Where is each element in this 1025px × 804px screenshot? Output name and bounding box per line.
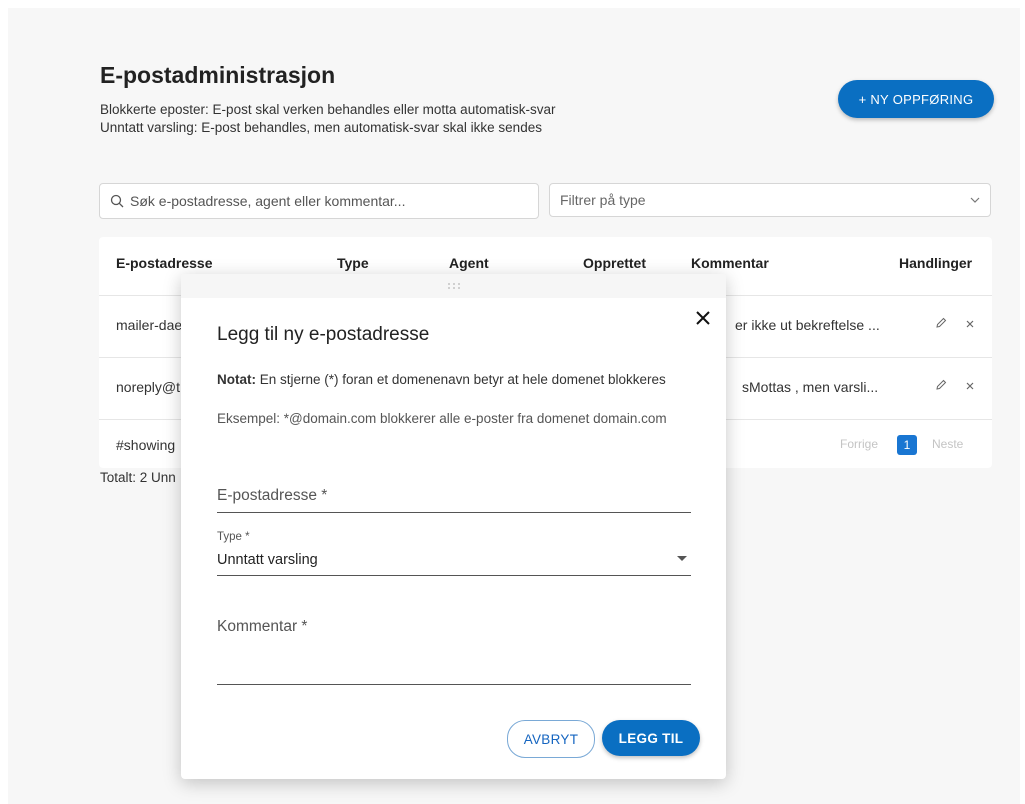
type-filter-select[interactable]: Filtrer på type	[549, 183, 991, 217]
email-field[interactable]: E-postadresse *	[217, 487, 691, 513]
note-label: Notat:	[217, 372, 256, 387]
chevron-down-icon	[970, 197, 980, 203]
page-title: E-postadministrasjon	[100, 62, 336, 88]
type-select[interactable]: Unntatt varsling	[217, 551, 691, 576]
search-input[interactable]: Søk e-postadresse, agent eller kommentar…	[99, 183, 539, 219]
search-placeholder: Søk e-postadresse, agent eller kommentar…	[130, 193, 406, 209]
comment-field-label: Kommentar *	[217, 618, 308, 635]
drag-handle[interactable]	[181, 274, 726, 298]
dialog-example: Eksempel: *@domain.com blokkerer alle e-…	[217, 411, 667, 426]
pencil-icon[interactable]	[935, 316, 947, 332]
new-entry-button[interactable]: + NY OPPFØRING	[838, 80, 994, 118]
close-icon[interactable]	[965, 316, 975, 332]
type-select-value: Unntatt varsling	[217, 552, 318, 568]
add-email-dialog: Legg til ny e-postadresse Notat: En stje…	[181, 274, 726, 779]
cancel-button[interactable]: AVBRYT	[507, 720, 595, 758]
caret-down-icon	[677, 556, 687, 561]
dialog-title: Legg til ny e-postadresse	[217, 324, 430, 345]
col-header-actions: Handlinger	[899, 255, 973, 271]
description-line-1: Blokkerte eposter: E-post skal verken be…	[100, 102, 556, 117]
col-header-type[interactable]: Type	[337, 255, 369, 271]
pencil-icon[interactable]	[935, 378, 947, 394]
pager-prev[interactable]: Forrige	[840, 437, 878, 451]
type-field-label: Type *	[217, 531, 250, 543]
page-description: Blokkerte eposter: E-post skal verken be…	[100, 101, 555, 137]
col-header-created[interactable]: Opprettet	[583, 255, 646, 271]
pager-page-1[interactable]: 1	[897, 435, 917, 455]
row-comment: er ikke ut bekreftelse ...	[735, 317, 880, 333]
email-field-label: E-postadresse *	[217, 487, 328, 504]
close-icon[interactable]	[695, 308, 711, 330]
row-email: noreply@t	[116, 379, 181, 395]
total-count: Totalt: 2 Unn	[100, 470, 176, 485]
type-filter-placeholder: Filtrer på type	[560, 192, 646, 208]
showing-text: #showing	[116, 437, 176, 453]
description-line-2: Unntatt varsling: E-post behandles, men …	[100, 120, 542, 135]
submit-button[interactable]: LEGG TIL	[602, 720, 700, 756]
col-header-agent[interactable]: Agent	[449, 255, 489, 271]
search-icon	[110, 194, 124, 208]
drag-handle-icon	[447, 283, 460, 289]
comment-field[interactable]: Kommentar *	[217, 618, 691, 685]
pager-next[interactable]: Neste	[932, 437, 963, 451]
row-comment: sMottas , men varsli...	[742, 379, 879, 395]
col-header-comment[interactable]: Kommentar	[691, 255, 769, 271]
row-email: mailer-dae	[116, 317, 183, 333]
col-header-email[interactable]: E-postadresse	[116, 255, 212, 271]
close-icon[interactable]	[965, 378, 975, 394]
note-text: En stjerne (*) foran et domenenavn betyr…	[259, 372, 666, 387]
dialog-note: Notat: En stjerne (*) foran et domenenav…	[217, 370, 687, 389]
